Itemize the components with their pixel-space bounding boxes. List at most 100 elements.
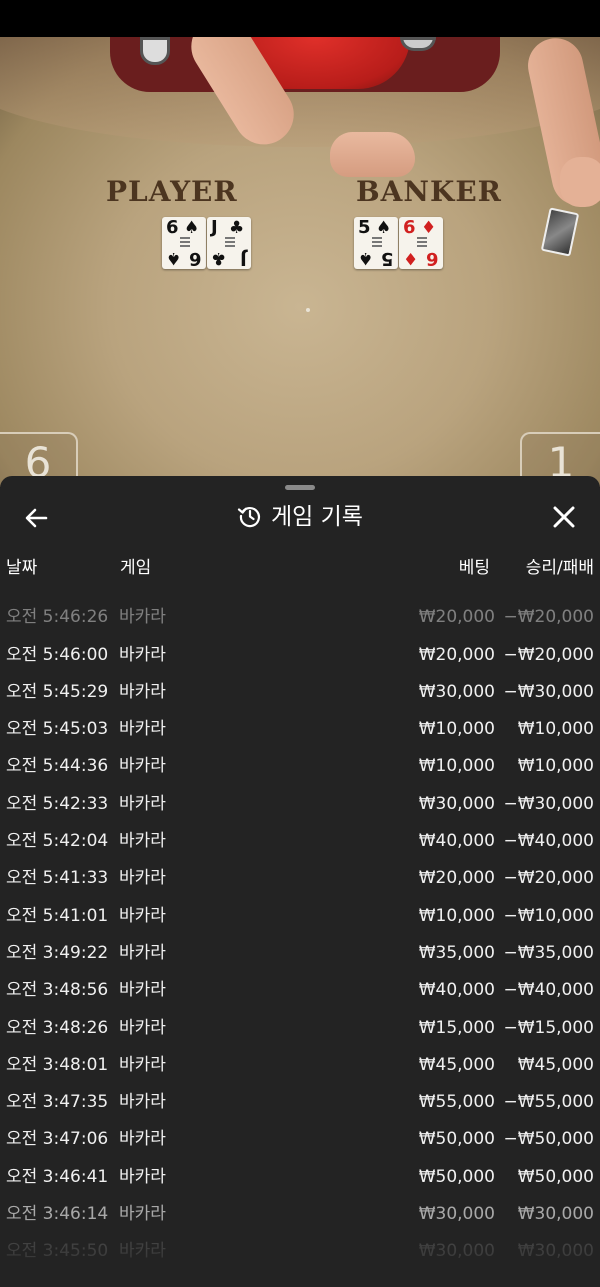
row-bet: ₩50,000 (418, 1129, 495, 1150)
diamond-icon: ♦ (403, 248, 419, 268)
history-row[interactable]: 오전 5:45:29 바카라 ₩30,000 −₩30,000 (0, 674, 600, 711)
row-game: 바카라 (119, 719, 166, 740)
row-result: −₩20,000 (503, 868, 594, 889)
row-game: 바카라 (119, 1092, 166, 1113)
row-game: 바카라 (119, 793, 166, 814)
row-date: 오전 3:45:50 (6, 1241, 109, 1262)
row-result: ₩10,000 (517, 719, 594, 740)
column-header-result[interactable]: 승리/패배 (526, 554, 594, 582)
sheet-header: 게임 기록 (0, 496, 600, 538)
card-pattern (417, 237, 427, 247)
history-row[interactable]: 오전 3:47:35 바카라 ₩55,000 −₩55,000 (0, 1084, 600, 1121)
history-row[interactable]: 오전 3:46:41 바카라 ₩50,000 ₩50,000 (0, 1159, 600, 1196)
row-date: 오전 5:46:26 (6, 607, 109, 628)
history-rows: 오전 5:48:29 용호 ₩1,000 −₩1,000 오전 5:46:26 바카라 ₩2… (0, 588, 600, 1271)
history-row[interactable]: 오전 5:48:29 용호 ₩1,000 −₩1,000 (0, 588, 600, 599)
row-date: 오전 3:49:22 (6, 942, 109, 963)
row-bet: ₩30,000 (418, 681, 495, 702)
column-header-bet[interactable]: 베팅 (459, 554, 490, 582)
row-bet: ₩20,000 (418, 868, 495, 889)
column-header-game[interactable]: 게임 (120, 554, 151, 582)
spade-icon: ♠ (184, 218, 200, 238)
history-row[interactable]: 오전 5:46:00 바카라 ₩20,000 −₩20,000 (0, 637, 600, 674)
row-bet: ₩20,000 (418, 607, 495, 628)
row-result: −₩40,000 (503, 831, 594, 852)
row-date: 오전 5:45:29 (6, 681, 109, 702)
sheet-drag-handle[interactable] (285, 485, 315, 490)
banker-label: BANKER (356, 175, 502, 208)
dealer-hand-right (560, 157, 600, 207)
history-row[interactable]: 오전 5:42:04 바카라 ₩40,000 −₩40,000 (0, 823, 600, 860)
player-card-1: 6 ♠ ♠ 6 (162, 217, 206, 269)
history-row[interactable]: 오전 5:41:01 바카라 ₩10,000 −₩10,000 (0, 898, 600, 935)
row-result: −₩40,000 (503, 980, 594, 1001)
history-row[interactable]: 오전 5:46:26 바카라 ₩20,000 −₩20,000 (0, 599, 600, 636)
live-table-video: PLAYER BANKER 6 ♠ ♠ 6 J ♣ ♣ J 5 ♠ ♠ 5 6 … (0, 37, 600, 487)
row-bet: ₩10,000 (418, 719, 495, 740)
row-bet: ₩40,000 (418, 831, 495, 852)
card-pattern (180, 237, 190, 247)
row-bet: ₩50,000 (418, 1166, 495, 1187)
history-row[interactable]: 오전 3:48:26 바카라 ₩15,000 −₩15,000 (0, 1010, 600, 1047)
row-game: 바카라 (119, 1166, 166, 1187)
spade-icon: ♠ (358, 248, 374, 268)
card-rank: J (211, 217, 218, 238)
history-row[interactable]: 오전 5:44:36 바카라 ₩10,000 ₩10,000 (0, 748, 600, 785)
row-bet: ₩10,000 (418, 905, 495, 926)
row-result: −₩30,000 (503, 681, 594, 702)
card-rank: 6 (189, 248, 202, 269)
spade-icon: ♠ (376, 218, 392, 238)
column-header-date[interactable]: 날짜 (6, 554, 37, 582)
row-result: −₩35,000 (503, 942, 594, 963)
history-row[interactable]: 오전 5:41:33 바카라 ₩20,000 −₩20,000 (0, 860, 600, 897)
row-game: 바카라 (119, 831, 166, 852)
history-row[interactable]: 오전 3:46:14 바카라 ₩30,000 ₩30,000 (0, 1196, 600, 1233)
row-date: 오전 5:41:33 (6, 868, 109, 889)
row-bet: ₩30,000 (418, 1241, 495, 1262)
row-game: 바카라 (119, 756, 166, 777)
row-game: 바카라 (119, 1241, 166, 1262)
row-result: ₩30,000 (517, 1204, 594, 1225)
row-bet: ₩55,000 (418, 1092, 495, 1113)
row-date: 오전 3:46:41 (6, 1166, 109, 1187)
row-result: −₩30,000 (503, 793, 594, 814)
row-result: −₩15,000 (503, 1017, 594, 1038)
row-date: 오전 5:48:29 (6, 588, 108, 599)
row-game: 바카라 (119, 1017, 166, 1038)
row-bet: ₩40,000 (418, 980, 495, 1001)
card-rank: 5 (381, 248, 394, 269)
history-row[interactable]: 오전 5:42:33 바카라 ₩30,000 −₩30,000 (0, 786, 600, 823)
history-row[interactable]: 오전 3:47:06 바카라 ₩50,000 −₩50,000 (0, 1121, 600, 1158)
player-label: PLAYER (106, 175, 238, 208)
row-game: 용호 (119, 588, 150, 599)
row-result: ₩45,000 (517, 1054, 594, 1075)
row-date: 오전 3:47:06 (6, 1129, 109, 1150)
banker-card-2: 6 ♦ ♦ 6 (399, 217, 443, 269)
row-date: 오전 3:47:35 (6, 1092, 109, 1113)
row-bet: ₩35,000 (418, 942, 495, 963)
row-date: 오전 3:48:26 (6, 1017, 109, 1038)
close-button[interactable] (549, 502, 579, 532)
history-icon (237, 507, 261, 528)
row-result: ₩50,000 (517, 1166, 594, 1187)
status-bar (0, 0, 600, 37)
row-date: 오전 5:45:03 (6, 719, 109, 740)
history-row[interactable]: 오전 3:48:01 바카라 ₩45,000 ₩45,000 (0, 1047, 600, 1084)
sheet-title-wrap: 게임 기록 (0, 501, 600, 533)
card-rank: 6 (166, 217, 179, 238)
row-bet: ₩20,000 (418, 644, 495, 665)
card-in-hand (540, 207, 580, 257)
history-row[interactable]: 오전 3:48:56 바카라 ₩40,000 −₩40,000 (0, 972, 600, 1009)
row-game: 바카라 (119, 1204, 166, 1225)
row-result: −₩10,000 (503, 905, 594, 926)
history-row[interactable]: 오전 3:45:50 바카라 ₩30,000 ₩30,000 (0, 1233, 600, 1270)
row-game: 바카라 (119, 980, 166, 1001)
card-rank: J (240, 248, 247, 269)
row-date: 오전 3:48:56 (6, 980, 109, 1001)
history-list[interactable]: 오전 5:48:29 용호 ₩1,000 −₩1,000 오전 5:46:26 바카라 ₩2… (0, 588, 600, 1287)
history-row[interactable]: 오전 3:49:22 바카라 ₩35,000 −₩35,000 (0, 935, 600, 972)
card-rank: 6 (403, 217, 416, 238)
row-result: ₩30,000 (517, 1241, 594, 1262)
card-rank: 6 (426, 248, 439, 269)
history-row[interactable]: 오전 5:45:03 바카라 ₩10,000 ₩10,000 (0, 711, 600, 748)
